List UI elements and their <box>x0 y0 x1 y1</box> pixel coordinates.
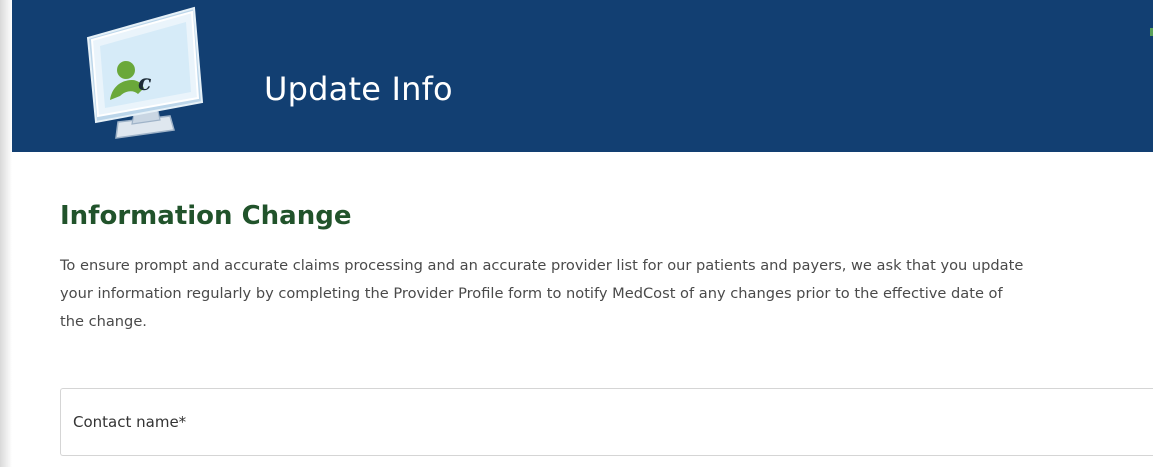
intro-line: To ensure prompt and accurate claims pro… <box>60 257 1024 274</box>
page: c Update Info Information Change To ensu… <box>0 0 1153 467</box>
section-title: Information Change <box>60 201 352 231</box>
intro-line: your information regularly by completing… <box>60 285 1003 302</box>
page-title: Update Info <box>264 70 453 108</box>
monitor-user-icon: c <box>86 6 204 139</box>
main-content: Information Change To ensure prompt and … <box>60 200 1153 336</box>
page-header: c Update Info <box>12 0 1153 152</box>
intro-line: the change. <box>60 313 147 330</box>
svg-text:c: c <box>138 70 152 96</box>
contact-name-field[interactable]: Contact name* <box>60 388 1153 456</box>
window-edge <box>0 0 12 467</box>
intro-paragraph: To ensure prompt and accurate claims pro… <box>60 252 1153 336</box>
contact-name-label: Contact name* <box>73 413 187 431</box>
